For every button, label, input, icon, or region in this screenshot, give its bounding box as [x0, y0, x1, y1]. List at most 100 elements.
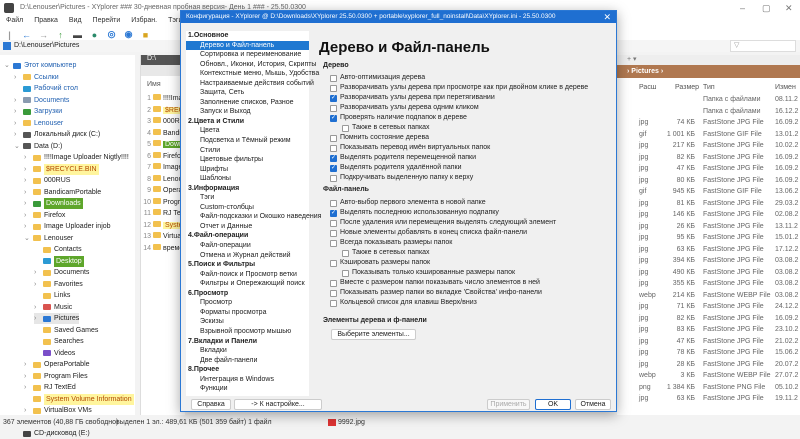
chevron-icon[interactable]: › [24, 152, 30, 163]
checkbox[interactable]: ✓ [330, 209, 337, 217]
tree-item[interactable]: › Downloads [24, 198, 83, 209]
nav-item[interactable]: Сортировка и переименование [186, 50, 309, 60]
option-checkbox-row[interactable]: ✓ Выделять родителя перемещенной папки [330, 153, 476, 163]
file-row[interactable]: jpg 47 КБ FastStone JPG File 16.09.2 [617, 163, 800, 174]
option-checkbox-row[interactable]: Всегда показывать размеры папок [330, 238, 452, 248]
tree-item[interactable]: › RJ TextEd [24, 382, 76, 393]
tree-item[interactable]: Contacts [34, 244, 82, 255]
file-row[interactable]: jpg 146 КБ FastStone JPG File 02.08.2 [617, 209, 800, 220]
nav-item[interactable]: Цветовые фильтры [186, 155, 309, 165]
chevron-icon[interactable]: › [34, 302, 40, 313]
option-checkbox-row[interactable]: Разворачивать узлы дерева одним кликом [330, 103, 479, 113]
tree-item[interactable]: › BandicamPortable [24, 187, 101, 198]
monitor-icon[interactable]: ▬ [72, 29, 83, 40]
nav-item[interactable]: Просмотр [186, 298, 309, 308]
nav-item[interactable]: Фильтры и Опережающий поиск [186, 279, 309, 289]
new-tab-icon[interactable]: + ▾ [617, 56, 637, 63]
option-checkbox-row[interactable]: Подкручивать выделенную папку к верху [330, 173, 473, 183]
menu-item[interactable]: Правка [34, 17, 58, 28]
file-row[interactable]: Папка с файлами 16.12.2 [617, 106, 800, 117]
menu-item[interactable]: Избран. [131, 17, 157, 28]
option-checkbox-row[interactable]: Показывать перевод имён виртуальных папо… [330, 143, 490, 153]
file-row[interactable]: jpg 81 КБ FastStone JPG File 29.03.2 [617, 198, 800, 209]
menu-item[interactable]: Файл [6, 17, 23, 28]
checkbox[interactable] [330, 199, 337, 207]
chevron-icon[interactable]: › [24, 210, 30, 221]
file-row[interactable]: jpg 490 КБ FastStone JPG File 03.08.2 [617, 267, 800, 278]
option-checkbox-row[interactable]: Показывать только кэшированные размеры п… [342, 268, 515, 278]
close-button[interactable]: ✕ [785, 3, 793, 14]
tree-item[interactable]: System Volume Information [24, 393, 134, 405]
tree-item[interactable]: Links [34, 290, 70, 301]
checkbox[interactable] [330, 239, 337, 247]
checkbox[interactable]: ✓ [330, 94, 337, 102]
tree-item[interactable]: › Music [34, 302, 72, 313]
checkbox[interactable] [330, 104, 337, 112]
chevron-icon[interactable]: › [14, 106, 20, 117]
checkbox[interactable] [342, 269, 349, 277]
chevron-icon[interactable]: › [24, 382, 30, 393]
nav-item[interactable]: Контекстные меню, Мышь, Удобства [186, 69, 319, 79]
up-button[interactable]: ↑ [55, 29, 66, 40]
file-row[interactable]: Папка с файлами 08.11.2 [617, 94, 800, 105]
file-row[interactable]: jpg 28 КБ FastStone JPG File 20.07.2 [617, 359, 800, 370]
file-row[interactable]: jpg 82 КБ FastStone JPG File 16.09.2 [617, 152, 800, 163]
option-checkbox-row[interactable]: Помнить состояние дерева [330, 133, 429, 143]
nav-item[interactable]: Функции [186, 384, 309, 394]
checkbox[interactable] [330, 259, 337, 267]
checkbox[interactable] [342, 249, 349, 257]
nav-item[interactable]: Файл-операции [186, 241, 309, 251]
nav-item[interactable]: Файл-поиск и Просмотр ветки [186, 270, 309, 280]
file-row[interactable]: jpg 394 КБ FastStone JPG File 03.08.2 [617, 255, 800, 266]
chevron-icon[interactable]: › [34, 279, 40, 290]
chevron-icon[interactable]: › [24, 221, 30, 232]
option-checkbox-row[interactable]: Показывать размер папки во вкладке 'Свой… [330, 288, 542, 298]
tree-item[interactable]: › Favorites [34, 279, 83, 290]
tree-item[interactable]: ⌄ Data (D:) [14, 141, 62, 152]
file-row[interactable]: webp 3 КБ FastStone WEBP File 27.07.2 [617, 370, 800, 381]
option-checkbox-row[interactable]: После удаления или перемещения выделять … [330, 218, 556, 228]
file-row[interactable]: jpg 47 КБ FastStone JPG File 21.02.2 [617, 336, 800, 347]
checkbox[interactable] [330, 279, 337, 287]
option-checkbox-row[interactable]: Авто-выбор первого элемента в новой папк… [330, 198, 486, 208]
tree-item[interactable]: › 000RUS [24, 175, 70, 186]
nav-item[interactable]: Шрифты [186, 165, 309, 175]
nav-item[interactable]: Эскизы [186, 317, 309, 327]
checkbox[interactable] [330, 229, 337, 237]
breadcrumb-pictures[interactable]: Pictures [631, 68, 659, 75]
tree-item[interactable]: › Documents [34, 267, 89, 278]
column-header-ext[interactable]: Расш [639, 84, 656, 91]
checkbox[interactable] [330, 174, 337, 182]
chevron-icon[interactable]: › [24, 198, 30, 209]
tree-item[interactable]: › OperaPortable [24, 359, 90, 370]
nav-item[interactable]: Форматы просмотра [186, 308, 309, 318]
tree-item[interactable]: Searches [34, 336, 84, 347]
breadcrumb[interactable]: › Pictures › [617, 65, 800, 78]
nav-item[interactable]: Подсветка и Тёмный режим [186, 136, 309, 146]
tree-item[interactable]: › !!!!Image Uploader Nigtly!!!! [24, 152, 129, 163]
tree-item[interactable]: › $RECYCLE.BIN [24, 163, 99, 175]
nav-item[interactable]: Заполнение списков, Разное [186, 98, 309, 108]
file-row[interactable]: jpg 78 КБ FastStone JPG File 15.06.2 [617, 347, 800, 358]
chevron-icon[interactable]: › [34, 313, 40, 324]
choose-elements-button[interactable]: Выберите элементы... [331, 329, 416, 340]
chevron-icon[interactable]: › [24, 175, 30, 186]
nav-item[interactable]: Защита, Сеть [186, 88, 309, 98]
file-row[interactable]: jpg 63 КБ FastStone JPG File 19.11.2 [617, 393, 800, 404]
tree-item[interactable]: › Documents [14, 95, 69, 106]
nav-item[interactable]: Интеграция в Windows [186, 375, 309, 385]
help-button[interactable]: Справка [191, 399, 231, 410]
tree-item[interactable]: Рабочий стол [14, 83, 78, 94]
menu-item[interactable]: Перейти [93, 17, 121, 28]
chevron-icon[interactable]: › [34, 267, 40, 278]
option-checkbox-row[interactable]: ✓ Выделять родителя удалённой папки [330, 163, 462, 173]
chevron-icon[interactable]: › [14, 72, 20, 83]
option-checkbox-row[interactable]: Новые элементы добавлять в конец списка … [330, 228, 527, 238]
nav-item[interactable]: Отчет и Данные [186, 222, 309, 232]
back-button[interactable]: ← [21, 29, 32, 40]
file-row[interactable]: jpg 80 КБ FastStone JPG File 16.09.2 [617, 175, 800, 186]
option-checkbox-row[interactable]: Авто-оптимизация дерева [330, 73, 425, 83]
nav-item[interactable]: Тэги [186, 193, 309, 203]
new-folder-icon[interactable]: ■ [140, 29, 151, 40]
maximize-button[interactable]: ▢ [762, 3, 771, 14]
